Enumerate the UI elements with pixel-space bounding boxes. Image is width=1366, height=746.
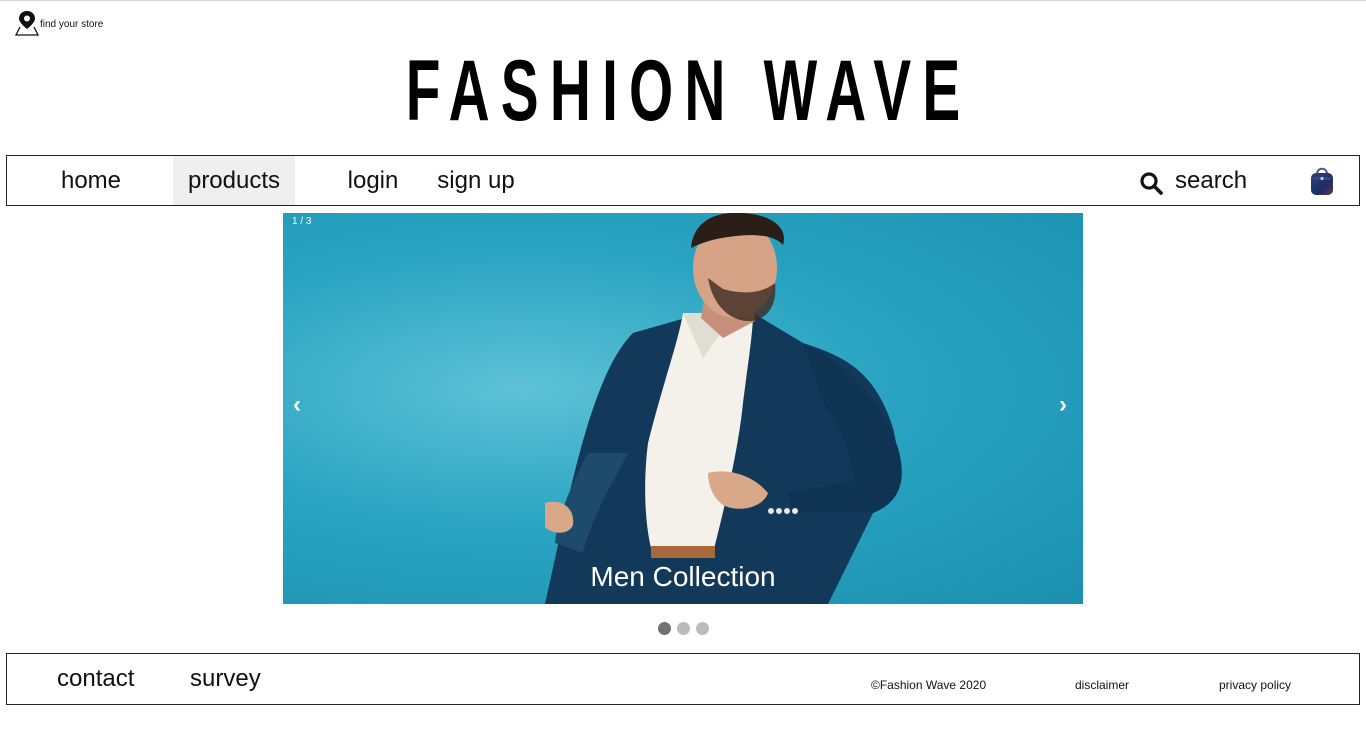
search-label[interactable]: search [1175,167,1247,195]
privacy-policy-link[interactable]: privacy policy [1219,654,1291,716]
location-pin-icon [15,11,39,36]
nav-login[interactable]: login [337,156,409,205]
site-logo[interactable]: FASHION WAVE [0,48,1366,134]
footer-survey-link[interactable]: survey [190,654,261,704]
search-button[interactable]: search [1139,156,1247,205]
next-slide-button[interactable]: › [1059,393,1067,417]
copyright-text: ©Fashion Wave 2020 [871,678,987,692]
site-footer: contact survey ©Fashion Wave 2020 discla… [6,653,1360,705]
find-store-link[interactable]: find your store [15,10,103,36]
slide-counter: 1 / 3 [292,216,312,227]
disclaimer-link[interactable]: disclaimer [1075,654,1129,716]
footer-contact-link[interactable]: contact [57,654,134,704]
men-collection-photo [545,213,902,604]
prev-slide-button[interactable]: ‹ [293,393,301,417]
shopping-bag-icon[interactable] [1308,163,1336,197]
search-icon [1140,171,1163,195]
top-border [0,0,1366,1]
logo-text[interactable]: FASHION WAVE [395,48,972,134]
slide-dot-1[interactable] [658,622,671,635]
slide-dot-3[interactable] [696,622,709,635]
slide-caption: Men Collection [590,561,776,592]
nav-sign-up[interactable]: sign up [431,156,521,205]
find-store-label[interactable]: find your store [40,19,103,30]
main-navbar: home products login sign up search [6,155,1360,206]
nav-home[interactable]: home [47,156,135,205]
slide-indicators [658,622,709,635]
slide-dot-2[interactable] [677,622,690,635]
hero-slideshow: 1 / 3 ‹ › Men Collection [283,213,1083,604]
nav-products[interactable]: products [173,156,295,205]
